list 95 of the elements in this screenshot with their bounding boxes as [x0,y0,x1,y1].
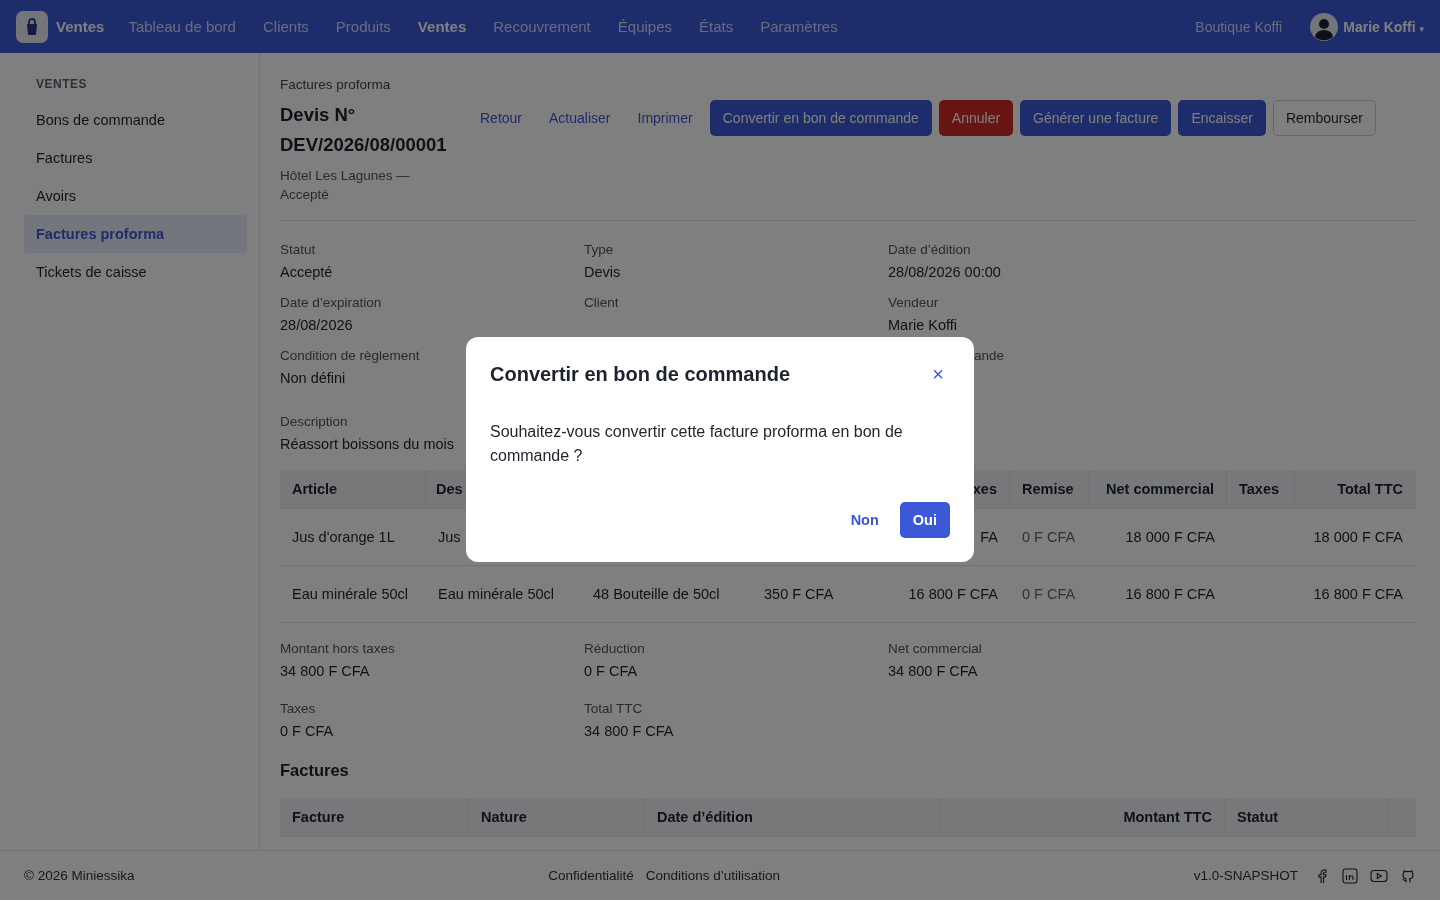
copyright-text: © 2026 Miniessika [24,868,135,883]
footer-link[interactable]: Conditions d’utilisation [645,868,781,883]
column-header: Date d’édition [645,798,941,836]
user-menu[interactable]: Marie Koffi ▾ [1343,18,1424,35]
field-label: Type [584,242,614,257]
field-value: Non défini [280,370,346,386]
field-value: Réassort boissons du mois [280,436,455,452]
nav-link[interactable]: Tableau de bord [128,18,236,35]
linkedin-icon[interactable] [1342,867,1358,884]
dialog-message: Souhaitez-vous convertir cette facture proforma en bon de commande ? [490,422,904,466]
field-label: Total TTC [584,701,643,716]
column-header: Des [436,481,463,497]
field-value: 34 800 F CFA [584,723,674,739]
cancel-button[interactable]: Non [837,502,892,538]
page-title: Devis N° DEV/2026/08/00001 [280,103,448,157]
table-cell: Jus [438,529,461,545]
field-label: Vendeur [888,295,939,310]
nav-link[interactable]: Recouvrement [493,18,591,35]
field-value: Devis [584,264,621,280]
table-cell: 48 Bouteille de 50cl [593,586,720,602]
section-heading: Factures [280,761,350,780]
nav-link[interactable]: Clients [262,18,309,35]
column-header: Total TTC [1337,481,1403,497]
nav-link[interactable]: Ventes [417,18,467,35]
app-brand: Ventes [56,18,105,35]
table-cell: Jus d'orange 1L [292,529,395,545]
field-value: 34 800 F CFA [280,663,370,679]
field-label: Montant hors taxes [280,641,395,656]
field-label: Taxes [280,701,316,716]
field-label: Description [280,414,348,429]
field-label: Client [584,295,619,310]
field-label: Statut [280,242,316,257]
column-header: Taxes [1239,481,1280,497]
field-label: Date d’édition [888,242,971,257]
nav-link[interactable]: Paramètres [760,18,838,35]
table-cell: 16 800 F CFA [908,586,998,602]
field-label: ande [974,348,1005,363]
field-value: 0 F CFA [280,723,334,739]
column-header: Montant TTC [941,798,1225,836]
table-cell: Eau minérale 50cl [292,586,409,602]
action-link[interactable]: Imprimer [627,100,703,136]
action-button[interactable]: Convertir en bon de commande [709,100,932,136]
page-subtitle: Hôtel Les Lagunes — Accepté [280,167,411,204]
column-header: Article [292,481,338,497]
close-button[interactable]: × [926,363,950,386]
column-header: Nature [469,798,645,836]
field-value: 34 800 F CFA [888,663,978,679]
field-label: Réduction [584,641,645,656]
column-header: Facture [280,798,469,836]
youtube-icon[interactable] [1370,867,1388,884]
column-header: xes [972,481,997,497]
sidebar-item[interactable]: Tickets de caisse [24,253,247,291]
shopping-bag-logo-icon [16,10,48,43]
dialog-title: Convertir en bon de commande [490,363,791,386]
nav-link[interactable]: États [699,18,734,35]
field-label: Condition de règlement [280,348,420,363]
user-avatar-icon[interactable] [1310,12,1339,41]
github-icon[interactable] [1400,867,1416,884]
table-cell: FA [980,529,998,545]
action-button[interactable]: Générer une facture [1020,100,1172,136]
column-header: Remise [1022,481,1074,497]
field-value: Accepté [280,264,333,280]
action-button[interactable]: Encaisser [1178,100,1266,136]
table-cell: Eau minérale 50cl [438,586,555,602]
nav-link[interactable]: Produits [335,18,391,35]
sidebar-item[interactable]: Factures proforma [24,215,247,253]
field-value: 28/08/2026 [280,317,353,333]
breadcrumb: Factures proforma [280,77,392,92]
action-link[interactable]: Retour [470,100,533,136]
action-button[interactable]: Annuler [938,100,1014,136]
column-header: Statut [1225,798,1389,836]
version-text: v1.0-SNAPSHOT [1193,868,1298,883]
sidebar-item[interactable]: Bons de commande [24,101,247,139]
footer-link[interactable]: Confidentialité [548,868,634,883]
field-value: Marie Koffi [888,317,958,333]
shop-link[interactable]: Boutique Koffi [1195,18,1283,35]
field-label: Net commercial [888,641,982,656]
table-cell: 0 F CFA [1022,529,1076,545]
sidebar-heading: VENTES [35,77,88,93]
confirm-button[interactable]: Oui [899,502,950,538]
table-cell: 16 800 F CFA [1313,586,1403,602]
field-label: Date d’expiration [280,295,382,310]
column-header: Net commercial [1106,481,1214,497]
action-link[interactable]: Actualiser [539,100,621,136]
sidebar-item[interactable]: Factures [24,139,247,177]
field-value: 0 F CFA [584,663,638,679]
action-button[interactable]: Rembourser [1272,100,1376,136]
field-value: 28/08/2026 00:00 [888,264,1001,280]
nav-link[interactable]: Équipes [617,18,672,35]
table-cell: 0 F CFA [1022,586,1076,602]
sidebar-item[interactable]: Avoirs [24,177,247,215]
table-cell: 16 800 F CFA [1125,586,1215,602]
table-cell: 18 000 F CFA [1125,529,1215,545]
table-cell: 18 000 F CFA [1313,529,1403,545]
table-cell: 350 F CFA [764,586,834,602]
